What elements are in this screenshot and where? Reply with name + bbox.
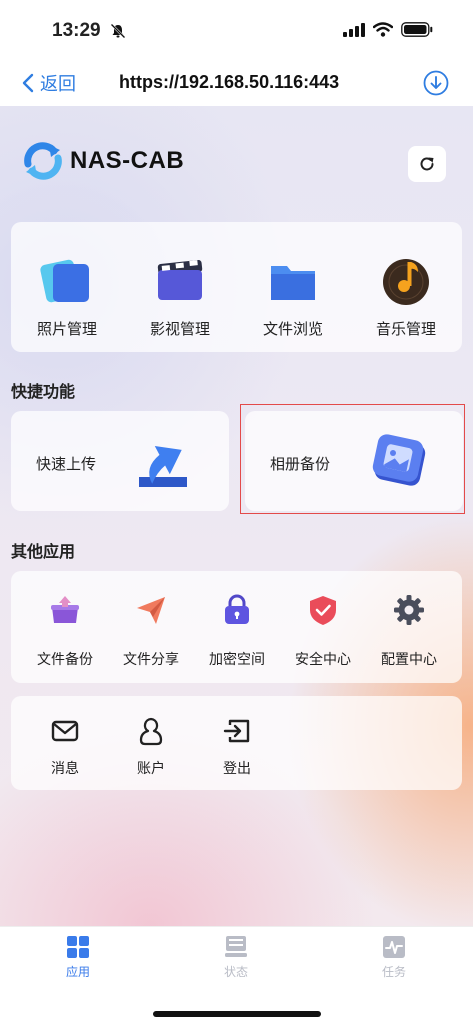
upload-arrow-icon bbox=[139, 446, 187, 487]
wifi-icon bbox=[373, 22, 393, 37]
app-security-center[interactable]: 安全中心 bbox=[280, 571, 366, 683]
app-file-backup[interactable]: 文件备份 bbox=[22, 571, 108, 683]
download-icon[interactable] bbox=[423, 70, 449, 96]
app-config-center[interactable]: 配置中心 bbox=[366, 571, 452, 683]
bell-off-icon bbox=[110, 23, 126, 39]
misc-messages[interactable]: 消息 bbox=[22, 696, 108, 790]
menu-item-label: 文件浏览 bbox=[262, 320, 323, 338]
signal-icon bbox=[343, 22, 365, 37]
bottom-tab-bar: 应用 状态 任务 bbox=[0, 926, 473, 1024]
quick-upload-card[interactable]: 快速上传 bbox=[11, 411, 229, 511]
back-button[interactable]: 返回 bbox=[22, 70, 76, 96]
app-label: 文件备份 bbox=[37, 652, 93, 668]
browser-url-bar: 返回 https://192.168.50.116:443 bbox=[0, 60, 473, 106]
logout-icon bbox=[223, 719, 250, 743]
chevron-left-icon bbox=[22, 73, 34, 93]
app-logo: NAS-CAB bbox=[22, 142, 184, 180]
other-section-title: 其他应用 bbox=[11, 542, 76, 561]
quick-section-title: 快捷功能 bbox=[11, 382, 76, 401]
quick-upload-label: 快速上传 bbox=[36, 455, 97, 473]
tab-label: 状态 bbox=[223, 965, 248, 979]
shield-icon bbox=[310, 596, 336, 625]
menu-item-label: 音乐管理 bbox=[375, 320, 436, 338]
misc-label: 账户 bbox=[137, 761, 165, 777]
home-indicator bbox=[153, 1011, 321, 1017]
brand-name: NAS-CAB bbox=[70, 147, 185, 174]
battery-icon bbox=[401, 22, 433, 37]
app-label: 配置中心 bbox=[381, 652, 437, 668]
app-label: 文件分享 bbox=[123, 652, 179, 668]
misc-logout[interactable]: 登出 bbox=[194, 696, 280, 790]
server-icon bbox=[225, 936, 247, 957]
clock: 13:29 bbox=[52, 20, 101, 41]
tab-label: 应用 bbox=[65, 965, 90, 979]
back-label: 返回 bbox=[40, 74, 76, 94]
refresh-button[interactable] bbox=[408, 146, 446, 182]
menu-item-label: 照片管理 bbox=[36, 320, 97, 338]
menu-item-files[interactable]: 文件浏览 bbox=[237, 222, 349, 352]
other-apps-card: 文件备份 文件分享 加密空间 安全中心 配置中心 bbox=[11, 571, 462, 683]
app-content: NAS-CAB 照片管理 影视管理 文件浏览 音乐管理 快捷功能 快速上传 相册… bbox=[0, 106, 473, 926]
misc-account[interactable]: 账户 bbox=[108, 696, 194, 790]
app-encrypted-space[interactable]: 加密空间 bbox=[194, 571, 280, 683]
tab-status[interactable]: 状态 bbox=[196, 935, 276, 985]
logo-icon bbox=[24, 142, 62, 180]
grid-icon bbox=[67, 936, 89, 958]
photo-icon bbox=[40, 259, 89, 303]
user-icon bbox=[139, 717, 163, 746]
video-icon bbox=[157, 260, 203, 300]
menu-item-photo[interactable]: 照片管理 bbox=[11, 222, 123, 352]
tab-apps[interactable]: 应用 bbox=[38, 935, 118, 985]
paper-plane-icon bbox=[137, 597, 165, 624]
selection-highlight bbox=[240, 404, 465, 514]
menu-item-video[interactable]: 影视管理 bbox=[124, 222, 236, 352]
refresh-icon bbox=[420, 157, 434, 171]
account-actions-card: 消息 账户 登出 bbox=[11, 696, 462, 790]
folder-icon bbox=[271, 266, 315, 300]
url-text[interactable]: https://192.168.50.116:443 bbox=[119, 72, 339, 93]
menu-item-label: 影视管理 bbox=[149, 320, 210, 338]
music-icon bbox=[383, 259, 429, 305]
tab-label: 任务 bbox=[381, 965, 406, 979]
envelope-icon bbox=[51, 720, 79, 742]
menu-item-music[interactable]: 音乐管理 bbox=[350, 222, 462, 352]
gear-icon bbox=[394, 595, 424, 625]
box-backup-icon bbox=[51, 596, 79, 623]
app-label: 加密空间 bbox=[209, 652, 265, 668]
tab-tasks[interactable]: 任务 bbox=[354, 935, 434, 985]
app-file-share[interactable]: 文件分享 bbox=[108, 571, 194, 683]
app-label: 安全中心 bbox=[295, 652, 351, 668]
main-menu-card: 照片管理 影视管理 文件浏览 音乐管理 bbox=[11, 222, 462, 352]
misc-label: 消息 bbox=[51, 761, 79, 777]
lock-icon bbox=[225, 594, 249, 624]
status-indicators bbox=[343, 22, 433, 37]
misc-label: 登出 bbox=[223, 761, 251, 777]
status-bar: 13:29 bbox=[0, 0, 473, 60]
activity-icon bbox=[383, 936, 405, 958]
